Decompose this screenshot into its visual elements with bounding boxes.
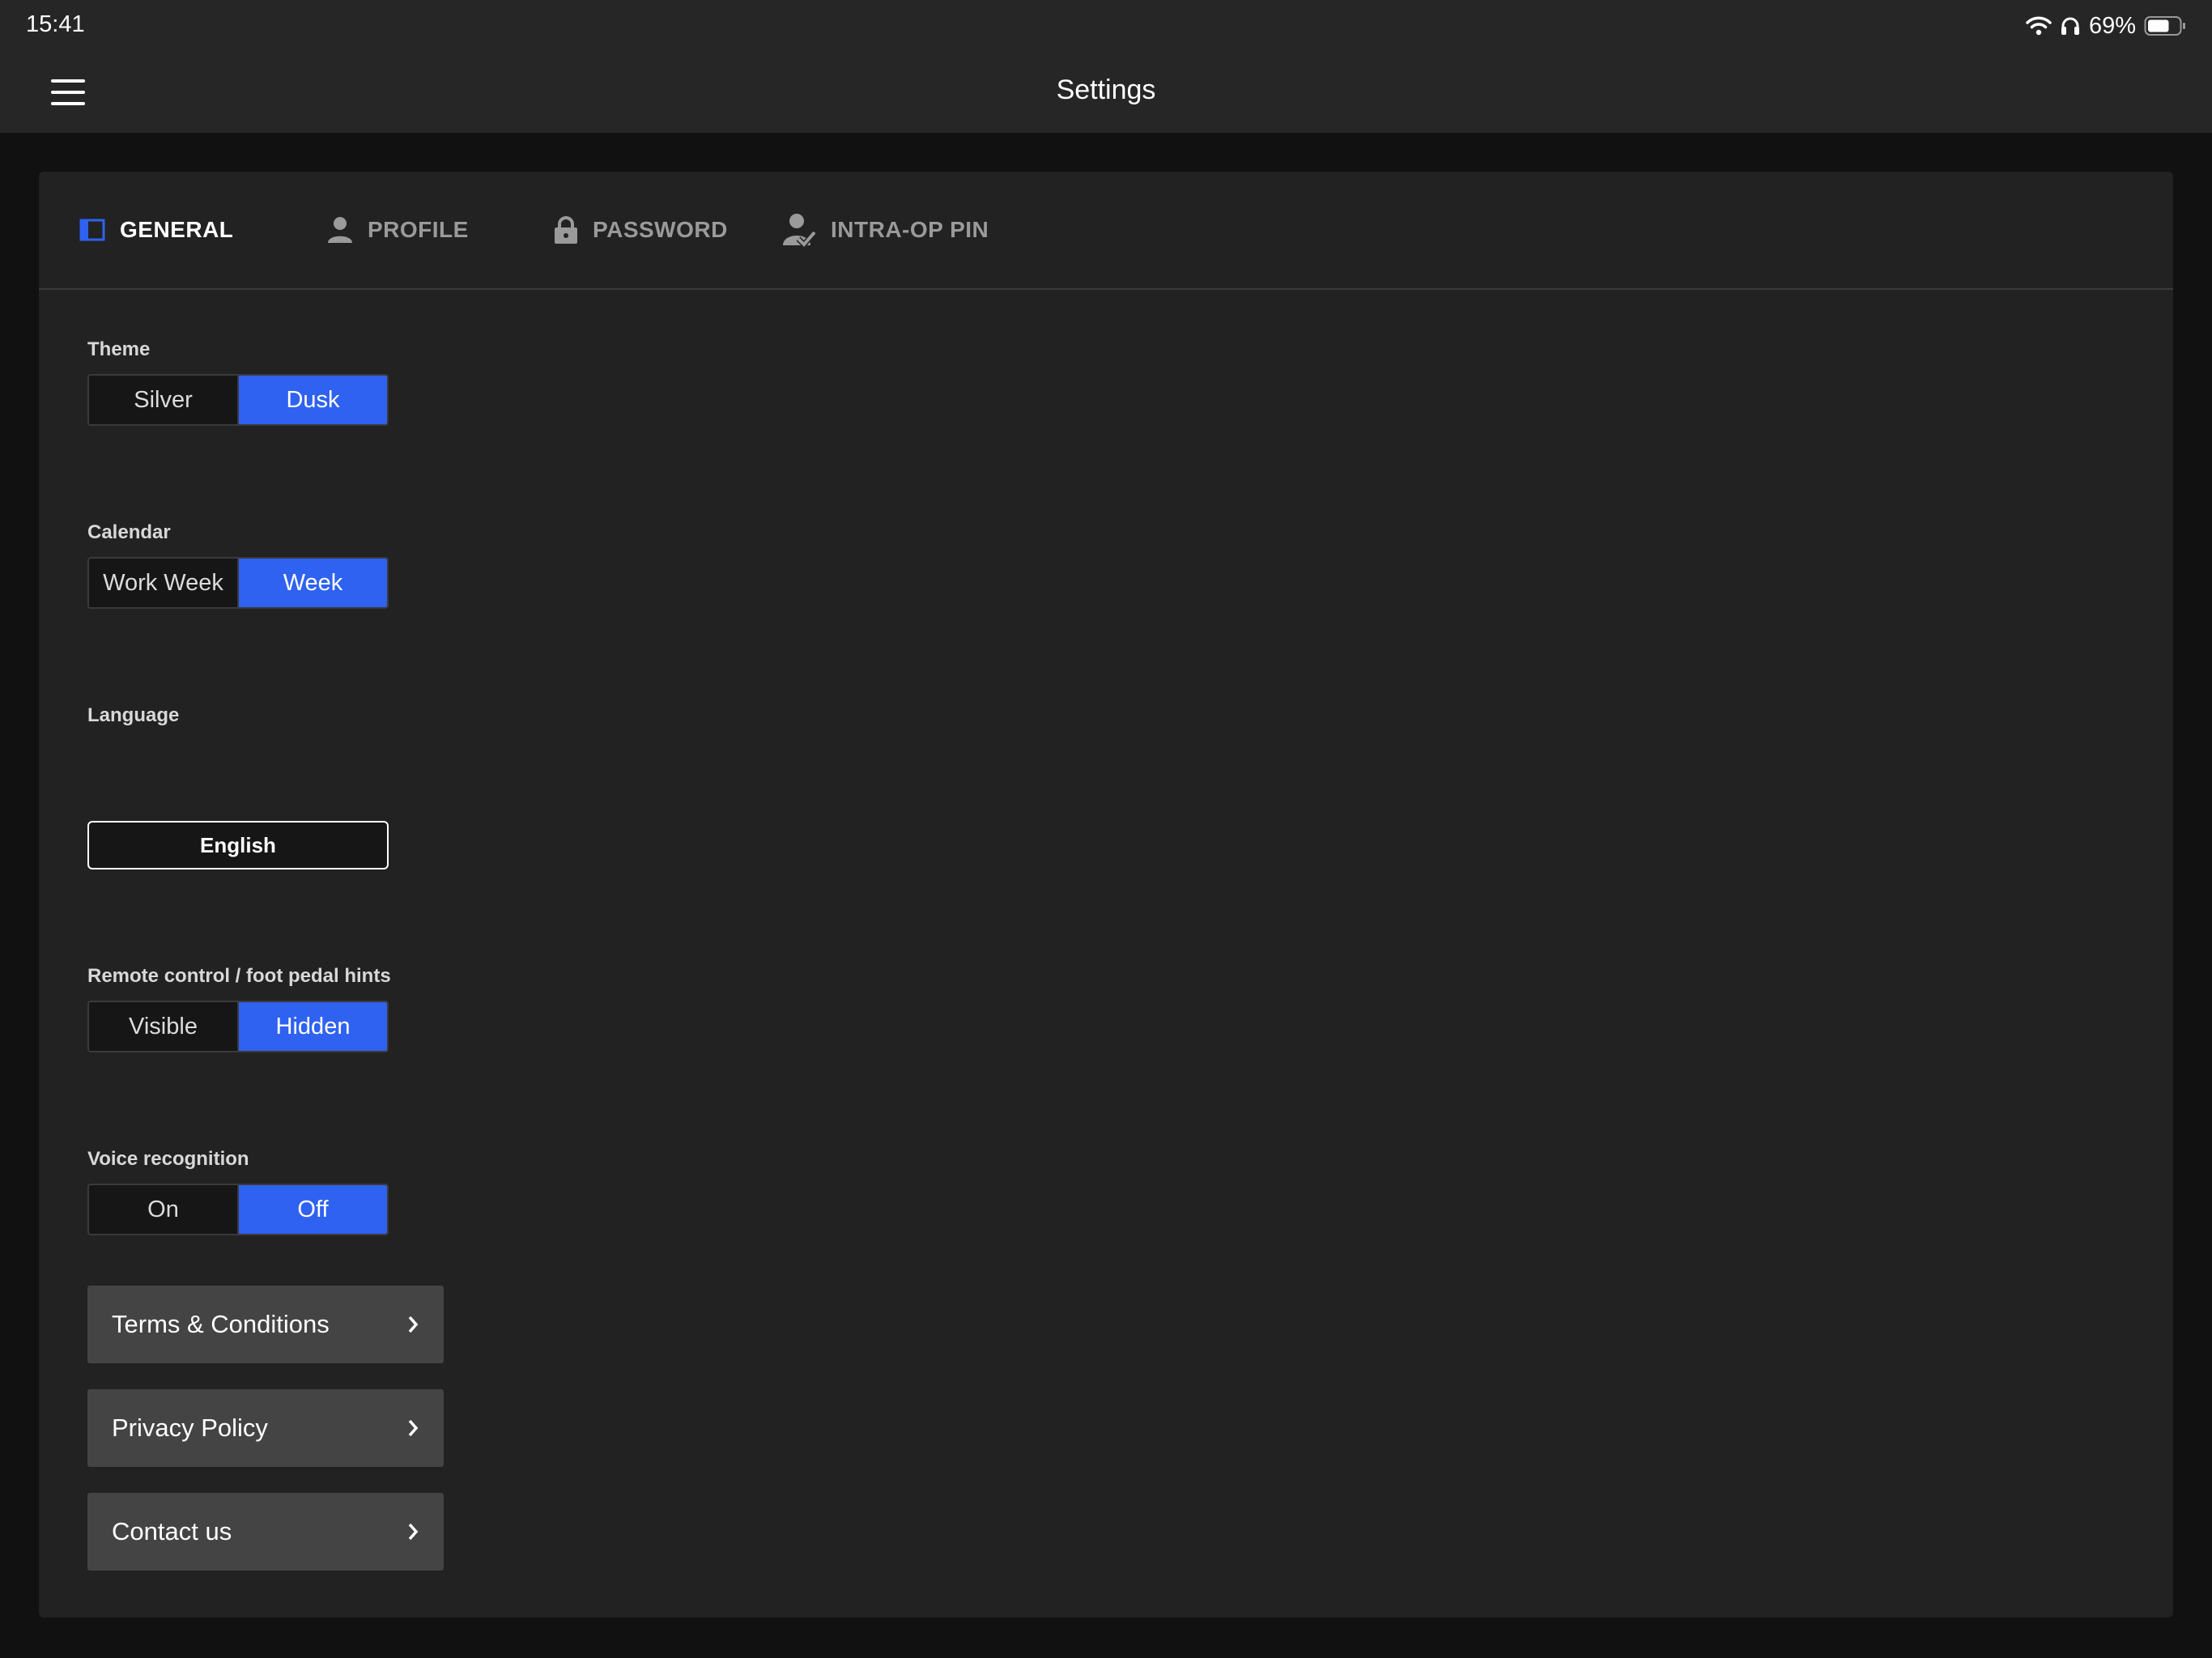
settings-tabs: GENERAL PROFILE PASSWORD INTRA-OP PIN — [39, 172, 2173, 290]
theme-label: Theme — [87, 338, 151, 360]
voice-option-on[interactable]: On — [89, 1185, 237, 1234]
wifi-icon — [2026, 16, 2052, 36]
status-indicators: 69% — [2026, 11, 2186, 40]
tab-profile[interactable]: PROFILE — [327, 212, 469, 248]
tab-intra-op-pin[interactable]: INTRA-OP PIN — [782, 212, 989, 248]
tab-label: INTRA-OP PIN — [831, 217, 989, 242]
chevron-right-icon — [408, 1419, 419, 1437]
lock-icon — [555, 216, 577, 244]
language-label: Language — [87, 704, 180, 726]
calendar-option-work-week[interactable]: Work Week — [89, 559, 237, 607]
page-title: Settings — [1056, 74, 1156, 105]
hints-option-hidden[interactable]: Hidden — [237, 1002, 387, 1051]
tab-password[interactable]: PASSWORD — [554, 212, 728, 248]
privacy-policy-link[interactable]: Privacy Policy — [87, 1389, 444, 1467]
headphones-icon — [2061, 17, 2079, 35]
link-label: Privacy Policy — [112, 1414, 268, 1442]
contact-us-link[interactable]: Contact us — [87, 1493, 444, 1571]
battery-icon — [2144, 16, 2185, 36]
hints-option-visible[interactable]: Visible — [89, 1002, 237, 1051]
battery-percent: 69% — [2088, 12, 2136, 39]
tab-label: PROFILE — [368, 217, 469, 242]
voice-recognition-segmented-control: On Off — [87, 1184, 389, 1235]
user-check-icon — [783, 214, 816, 247]
tab-label: PASSWORD — [593, 217, 728, 242]
hints-segmented-control: Visible Hidden — [87, 1001, 389, 1052]
hints-label: Remote control / foot pedal hints — [87, 965, 391, 987]
general-icon — [79, 219, 105, 241]
tab-general[interactable]: GENERAL — [79, 212, 233, 248]
voice-option-off[interactable]: Off — [237, 1185, 387, 1234]
calendar-label: Calendar — [87, 521, 171, 543]
navigation-bar: Settings — [0, 52, 2212, 133]
tab-label: GENERAL — [120, 217, 234, 242]
status-bar: 15:41 69% — [0, 0, 2212, 52]
theme-segmented-control: Silver Dusk — [87, 374, 389, 426]
status-time: 15:41 — [26, 11, 85, 37]
link-label: Terms & Conditions — [112, 1310, 330, 1338]
calendar-option-week[interactable]: Week — [237, 559, 387, 607]
calendar-segmented-control: Work Week Week — [87, 557, 389, 609]
theme-option-silver[interactable]: Silver — [89, 376, 237, 424]
language-button[interactable]: English — [87, 821, 389, 869]
person-icon — [328, 217, 352, 243]
chevron-right-icon — [408, 1316, 419, 1333]
voice-recognition-label: Voice recognition — [87, 1148, 249, 1170]
settings-panel: GENERAL PROFILE PASSWORD INTRA-OP PIN Th… — [39, 172, 2173, 1618]
link-label: Contact us — [112, 1517, 232, 1545]
theme-option-dusk[interactable]: Dusk — [237, 376, 387, 424]
terms-conditions-link[interactable]: Terms & Conditions — [87, 1286, 444, 1363]
chevron-right-icon — [408, 1523, 419, 1541]
